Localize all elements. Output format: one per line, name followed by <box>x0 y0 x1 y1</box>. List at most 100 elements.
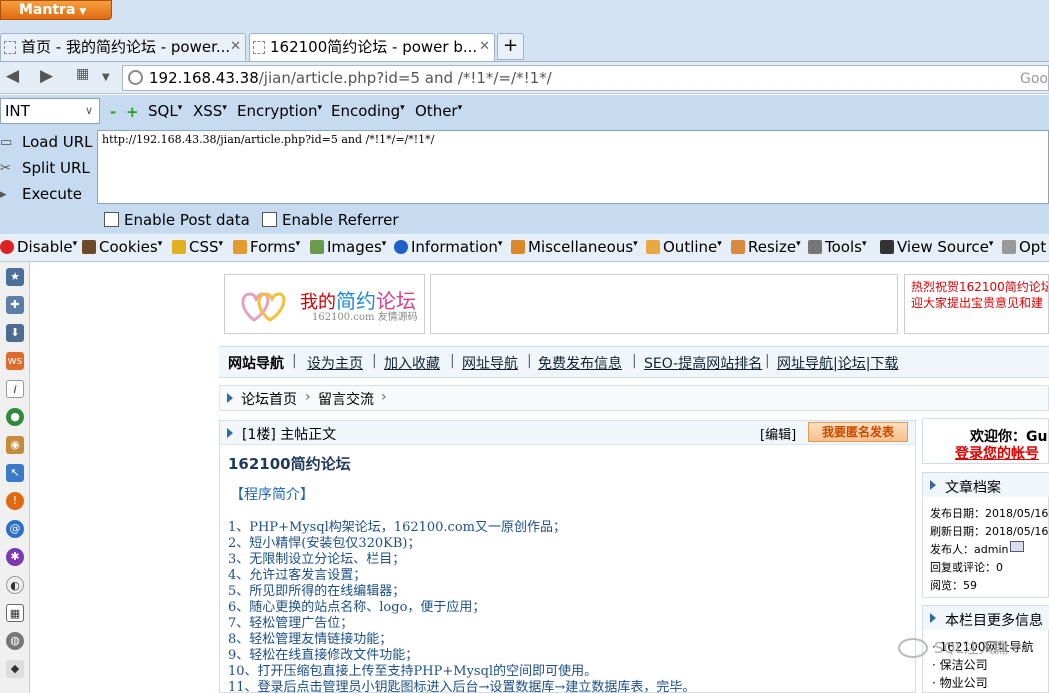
firebug-icon[interactable]: ! <box>6 492 24 510</box>
site-logo-subtitle: 162100.com 友情源码 <box>312 312 418 323</box>
breadcrumb-marker-icon <box>227 393 233 403</box>
site-info-icon[interactable] <box>128 70 143 85</box>
nav-link-free-post[interactable]: 免费发布信息 <box>538 353 622 373</box>
checkbox-box <box>262 212 277 227</box>
info-icon[interactable]: i <box>6 380 24 398</box>
message-icon[interactable] <box>1010 541 1024 552</box>
menu-sql-label: SQL <box>148 102 178 120</box>
nav-link-url-directory[interactable]: 网址导航 <box>462 353 518 373</box>
watermark-logo-icon <box>898 638 928 658</box>
notice-box: 热烈祝贺162100简约论坛 迎大家提出宝贵意见和建 <box>904 274 1049 334</box>
gamepad-icon[interactable]: ◉ <box>6 436 24 454</box>
nav-separator: | <box>372 353 377 369</box>
archive-line: 回复或评论：0 <box>930 561 1003 574</box>
wd-cookies[interactable]: Cookies▾ <box>82 238 162 256</box>
menu-xss[interactable]: XSS▾ <box>193 102 227 120</box>
wd-css[interactable]: CSS▾ <box>172 238 223 256</box>
anonymous-post-button[interactable]: 我要匿名发表 <box>808 422 908 442</box>
palette-icon[interactable]: ◐ <box>6 576 24 594</box>
post-title: 162100简约论坛 <box>228 455 351 473</box>
cookies-icon <box>82 240 96 254</box>
shield-icon[interactable]: ● <box>6 408 24 426</box>
forward-arrow-icon[interactable]: ▶ <box>40 66 53 86</box>
tab-forum[interactable]: 162100简约论坛 - power b... ✕ <box>249 33 495 61</box>
back-arrow-icon[interactable]: ◀ <box>6 66 19 86</box>
tools-icon <box>808 240 822 254</box>
mantra-menu-button[interactable]: Mantra ▼ <box>0 0 112 20</box>
history-dropdown-icon[interactable]: ▼ <box>102 72 110 83</box>
download-icon[interactable]: ⬇ <box>6 324 24 342</box>
enable-post-checkbox[interactable]: Enable Post data <box>104 211 250 229</box>
execute-button[interactable]: ▸ Execute <box>0 185 82 203</box>
swirl-icon[interactable]: @ <box>6 520 24 538</box>
caret-icon: ▾ <box>633 239 638 249</box>
menu-encryption-label: Encryption <box>237 102 318 120</box>
edit-link[interactable]: [编辑] <box>760 424 796 443</box>
wd-view-source[interactable]: View Source▾ <box>880 238 993 256</box>
breadcrumb-separator-icon: › <box>305 389 311 405</box>
addons-puzzle-icon[interactable]: ✚ <box>6 296 24 314</box>
view-source-icon <box>880 240 894 254</box>
close-tab-icon[interactable]: ✕ <box>230 34 241 60</box>
wd-images[interactable]: Images▾ <box>310 238 386 256</box>
tab-title: 首页 - 我的简约论坛 - power... <box>21 38 231 56</box>
caret-icon: ▾ <box>381 239 387 249</box>
close-tab-icon[interactable]: ✕ <box>479 34 490 60</box>
wd-disable[interactable]: Disable▾ <box>0 238 77 256</box>
hackbar-url-textarea[interactable]: http://192.168.43.38/jian/article.php?id… <box>97 130 1049 204</box>
enable-referrer-checkbox[interactable]: Enable Referrer <box>262 211 398 229</box>
wd-information-label: Information <box>411 238 498 256</box>
split-url-button[interactable]: ✂ Split URL <box>0 159 90 177</box>
ws-icon[interactable]: ws <box>6 352 24 370</box>
wd-information[interactable]: Information▾ <box>394 238 502 256</box>
bookmark-star-icon[interactable]: ★ <box>6 268 24 286</box>
caret-icon: ▾ <box>72 239 78 249</box>
spider-icon[interactable]: ✱ <box>6 548 24 566</box>
wd-options[interactable]: Opt <box>1002 238 1046 256</box>
archive-line: 发布日期：2018/05/16 <box>930 507 1049 520</box>
nav-link-seo[interactable]: SEO-提高网站排名 <box>644 353 762 373</box>
wd-tools[interactable]: Tools▾ <box>808 238 866 256</box>
cursor-select-icon[interactable]: ↖ <box>6 464 24 482</box>
more-info-item[interactable]: · 物业公司 <box>932 674 988 691</box>
grid-menu-icon[interactable]: ▦ <box>76 66 89 82</box>
menu-encryption[interactable]: Encryption▾ <box>237 102 322 120</box>
decrement-icon[interactable]: - <box>110 103 116 121</box>
menu-encoding[interactable]: Encoding▾ <box>331 102 405 120</box>
miscellaneous-icon <box>511 240 525 254</box>
new-tab-button[interactable]: + <box>497 33 524 60</box>
load-url-button[interactable]: ▭ Load URL <box>0 133 93 151</box>
wd-resize[interactable]: Resize▾ <box>731 238 801 256</box>
menu-other[interactable]: Other▾ <box>415 102 462 120</box>
url-input[interactable]: 192.168.43.38/jian/article.php?id=5 and … <box>122 65 1049 91</box>
tab-home[interactable]: 首页 - 我的简约论坛 - power... ✕ <box>0 33 246 61</box>
outline-pencil-icon <box>646 240 660 254</box>
wd-outline[interactable]: Outline▾ <box>646 238 722 256</box>
breadcrumb-board[interactable]: 留言交流 <box>318 389 374 409</box>
nav-link-add-favorite[interactable]: 加入收藏 <box>384 353 440 373</box>
breadcrumb-home[interactable]: 论坛首页 <box>241 389 297 409</box>
nav-link-set-home[interactable]: 设为主页 <box>307 353 363 373</box>
archive-line: 发布人：admin <box>930 543 1009 556</box>
more-info-item[interactable]: · 保洁公司 <box>932 656 988 673</box>
caret-icon: ▾ <box>177 103 183 113</box>
wd-miscellaneous[interactable]: Miscellaneous▾ <box>511 238 638 256</box>
caret-icon: ▾ <box>157 239 163 249</box>
wd-view-source-label: View Source <box>897 238 989 256</box>
enable-post-label: Enable Post data <box>124 211 250 229</box>
nav-separator: | <box>292 353 297 369</box>
increment-icon[interactable]: + <box>126 103 139 121</box>
search-box[interactable]: Goo <box>1020 71 1048 87</box>
wd-forms[interactable]: Forms▾ <box>233 238 300 256</box>
archive-line: 刷新日期：2018/05/16 <box>930 525 1049 538</box>
watermark-text: SQL注入篇 <box>934 639 1009 657</box>
css-wand-icon <box>172 240 186 254</box>
globe-icon[interactable]: ◍ <box>6 632 24 650</box>
article-archive-title: 文章档案 <box>945 480 1001 496</box>
menu-sql[interactable]: SQL▾ <box>148 102 182 120</box>
encoding-select[interactable]: INT ∨ <box>0 98 100 124</box>
eraser-icon[interactable]: ◆ <box>6 660 24 678</box>
login-link[interactable]: 登录您的帐号 <box>955 443 1039 463</box>
nav-link-directory-forum-download[interactable]: 网址导航|论坛|下载 <box>777 353 898 373</box>
grid-layout-icon[interactable]: ▦ <box>6 604 24 622</box>
